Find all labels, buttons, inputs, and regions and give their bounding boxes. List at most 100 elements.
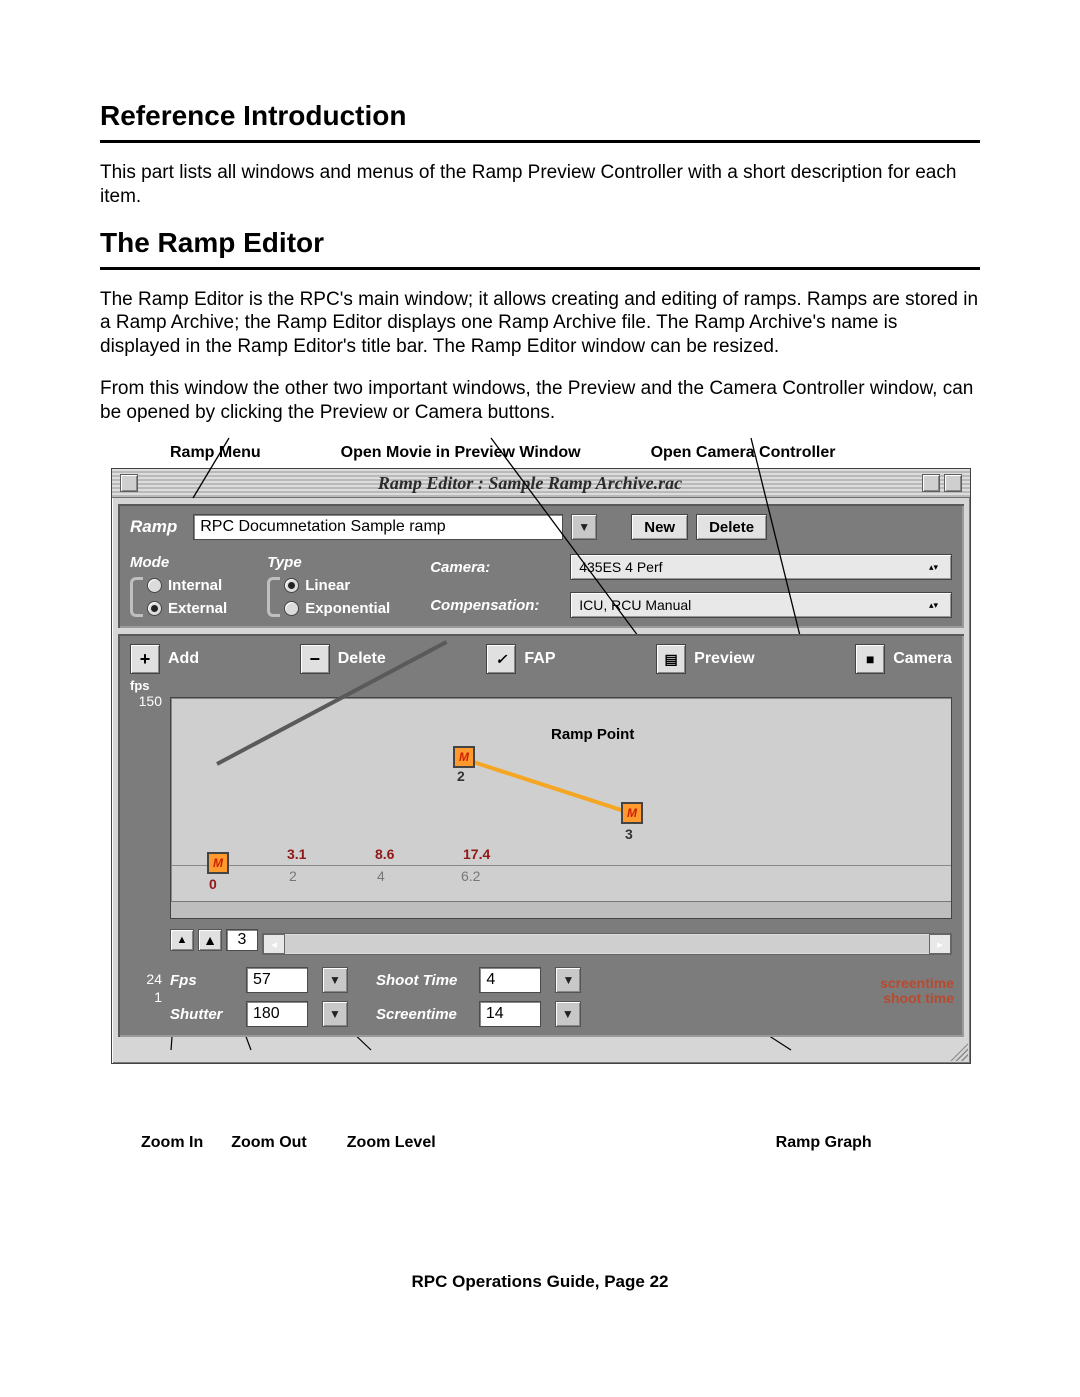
- wave-icon: ✓: [486, 644, 516, 674]
- ramp-name-field[interactable]: RPC Documnetation Sample ramp: [193, 514, 563, 540]
- fps-dropdown[interactable]: ▼: [322, 967, 348, 993]
- preview-button[interactable]: ▤ Preview: [656, 644, 754, 674]
- delete-point-button[interactable]: − Delete: [300, 644, 386, 674]
- ramp-label: Ramp: [130, 517, 177, 537]
- fps-field[interactable]: 57: [246, 967, 308, 993]
- shoot-time-label: Shoot Time: [376, 972, 457, 989]
- ramp-point-label-2: 2: [457, 768, 465, 784]
- delete-ramp-button[interactable]: Delete: [696, 514, 767, 540]
- window-collapse-box[interactable]: [944, 474, 962, 492]
- fap-label: FAP: [524, 650, 555, 668]
- new-ramp-button[interactable]: New: [631, 514, 688, 540]
- bottom-callout-row: Zoom In Zoom Out Zoom Level Ramp Graph: [111, 1134, 969, 1152]
- updown-arrows-icon: ▴▾: [929, 601, 945, 609]
- compensation-selector[interactable]: ICU, RCU Manual ▴▾: [570, 592, 952, 618]
- x-label-8_6: 8.6: [375, 846, 394, 862]
- add-point-label: Add: [168, 650, 199, 668]
- scroll-left-arrow[interactable]: ◂: [263, 934, 285, 954]
- fap-button[interactable]: ✓ FAP: [486, 644, 555, 674]
- ramp-editor-paragraph-1: The Ramp Editor is the RPC's main window…: [100, 288, 980, 359]
- ramp-point-callout: Ramp Point: [551, 726, 634, 743]
- type-exponential-label: Exponential: [305, 600, 390, 617]
- ramp-point-marker[interactable]: M: [453, 746, 475, 768]
- plus-icon: +: [130, 644, 160, 674]
- callout-ramp-graph: Ramp Graph: [776, 1134, 872, 1152]
- screentime-dropdown[interactable]: ▼: [555, 1001, 581, 1027]
- mode-internal-radio[interactable]: Internal: [147, 577, 227, 594]
- fps-axis-label: fps: [130, 678, 952, 693]
- ramp-point-marker[interactable]: M: [621, 802, 643, 824]
- callout-zoom-in: Zoom In: [141, 1134, 203, 1152]
- delete-point-label: Delete: [338, 650, 386, 668]
- ramp-graph[interactable]: Ramp Point M 0 M 2 M 3: [170, 697, 952, 919]
- callout-ramp-menu: Ramp Menu: [170, 444, 261, 462]
- section-rule: [100, 140, 980, 143]
- y-axis-max: 150: [139, 693, 162, 709]
- updown-arrows-icon: ▴▾: [929, 563, 945, 571]
- preview-label: Preview: [694, 650, 754, 668]
- window-titlebar[interactable]: Ramp Editor : Sample Ramp Archive.rac: [112, 469, 970, 498]
- x-tick-4: 4: [377, 868, 385, 884]
- add-point-button[interactable]: + Add: [130, 644, 199, 674]
- camera-selector[interactable]: 435ES 4 Perf ▴▾: [570, 554, 952, 580]
- ramp-editor-paragraph-2: From this window the other two important…: [100, 377, 980, 425]
- shoot-time-field[interactable]: 4: [479, 967, 541, 993]
- zoom-in-button[interactable]: ▲: [170, 929, 194, 951]
- callout-zoom-out: Zoom Out: [231, 1134, 307, 1152]
- type-label: Type: [267, 554, 392, 571]
- callout-open-movie: Open Movie in Preview Window: [341, 444, 581, 462]
- ramp-point-marker[interactable]: M: [207, 852, 229, 874]
- camera-label: Camera:: [430, 559, 552, 576]
- y-axis-24: 24: [146, 971, 162, 987]
- mountain-small-icon: ▲: [177, 934, 188, 946]
- camera-button[interactable]: ■ Camera: [855, 644, 952, 674]
- window-resize-grip[interactable]: [950, 1043, 968, 1061]
- compensation-label: Compensation:: [430, 597, 552, 614]
- callout-open-camera: Open Camera Controller: [651, 444, 836, 462]
- window-title: Ramp Editor : Sample Ramp Archive.rac: [140, 473, 920, 494]
- ramp-point-label-3: 3: [625, 826, 633, 842]
- mode-internal-label: Internal: [168, 577, 222, 594]
- intro-paragraph: This part lists all windows and menus of…: [100, 161, 980, 209]
- filmstrip-icon: ▤: [656, 644, 686, 674]
- shutter-dropdown[interactable]: ▼: [322, 1001, 348, 1027]
- zoom-level-field[interactable]: 3: [226, 929, 258, 951]
- x-label-17_4: 17.4: [463, 846, 490, 862]
- type-exponential-radio[interactable]: Exponential: [284, 600, 390, 617]
- section-heading-reference: Reference Introduction: [100, 100, 980, 132]
- horizontal-scrollbar[interactable]: ◂ ▸: [262, 933, 952, 955]
- screentime-label: Screentime: [376, 1006, 457, 1023]
- section-rule-2: [100, 267, 980, 270]
- mode-external-radio[interactable]: External: [147, 600, 227, 617]
- camera-tool-label: Camera: [893, 650, 952, 668]
- graph-panel: + Add − Delete ✓ FAP ▤ Preview: [118, 634, 964, 1037]
- ramp-header-panel: Ramp RPC Documnetation Sample ramp ▼ New…: [118, 504, 964, 628]
- screentime-field[interactable]: 14: [479, 1001, 541, 1027]
- camera-value: 435ES 4 Perf: [579, 559, 662, 575]
- redraw-mode-tag: screentimeshoot time: [880, 976, 954, 1005]
- type-linear-radio[interactable]: Linear: [284, 577, 390, 594]
- page-footer: RPC Operations Guide, Page 22: [100, 1272, 980, 1292]
- window-close-box[interactable]: [120, 474, 138, 492]
- shutter-label: Shutter: [170, 1006, 224, 1023]
- ramp-editor-window: Ramp Editor : Sample Ramp Archive.rac Ra…: [111, 468, 971, 1064]
- shoot-time-dropdown[interactable]: ▼: [555, 967, 581, 993]
- window-zoom-box[interactable]: [922, 474, 940, 492]
- minus-icon: −: [300, 644, 330, 674]
- fps-label: Fps: [170, 972, 224, 989]
- x-tick-2: 2: [289, 868, 297, 884]
- mode-label: Mode: [130, 554, 229, 571]
- shutter-field[interactable]: 180: [246, 1001, 308, 1027]
- ramp-dropdown-arrow[interactable]: ▼: [571, 514, 597, 540]
- x-label-3_1: 3.1: [287, 846, 306, 862]
- zoom-out-button[interactable]: ▲: [198, 929, 222, 951]
- scroll-right-arrow[interactable]: ▸: [929, 934, 951, 954]
- callout-zoom-level: Zoom Level: [347, 1134, 436, 1152]
- mode-external-label: External: [168, 600, 227, 617]
- camera-icon: ■: [855, 644, 885, 674]
- ramp-point-label-0: 0: [209, 876, 217, 892]
- section-heading-ramp-editor: The Ramp Editor: [100, 227, 980, 259]
- type-linear-label: Linear: [305, 577, 350, 594]
- y-axis-min: 1: [154, 989, 162, 1005]
- compensation-value: ICU, RCU Manual: [579, 597, 691, 613]
